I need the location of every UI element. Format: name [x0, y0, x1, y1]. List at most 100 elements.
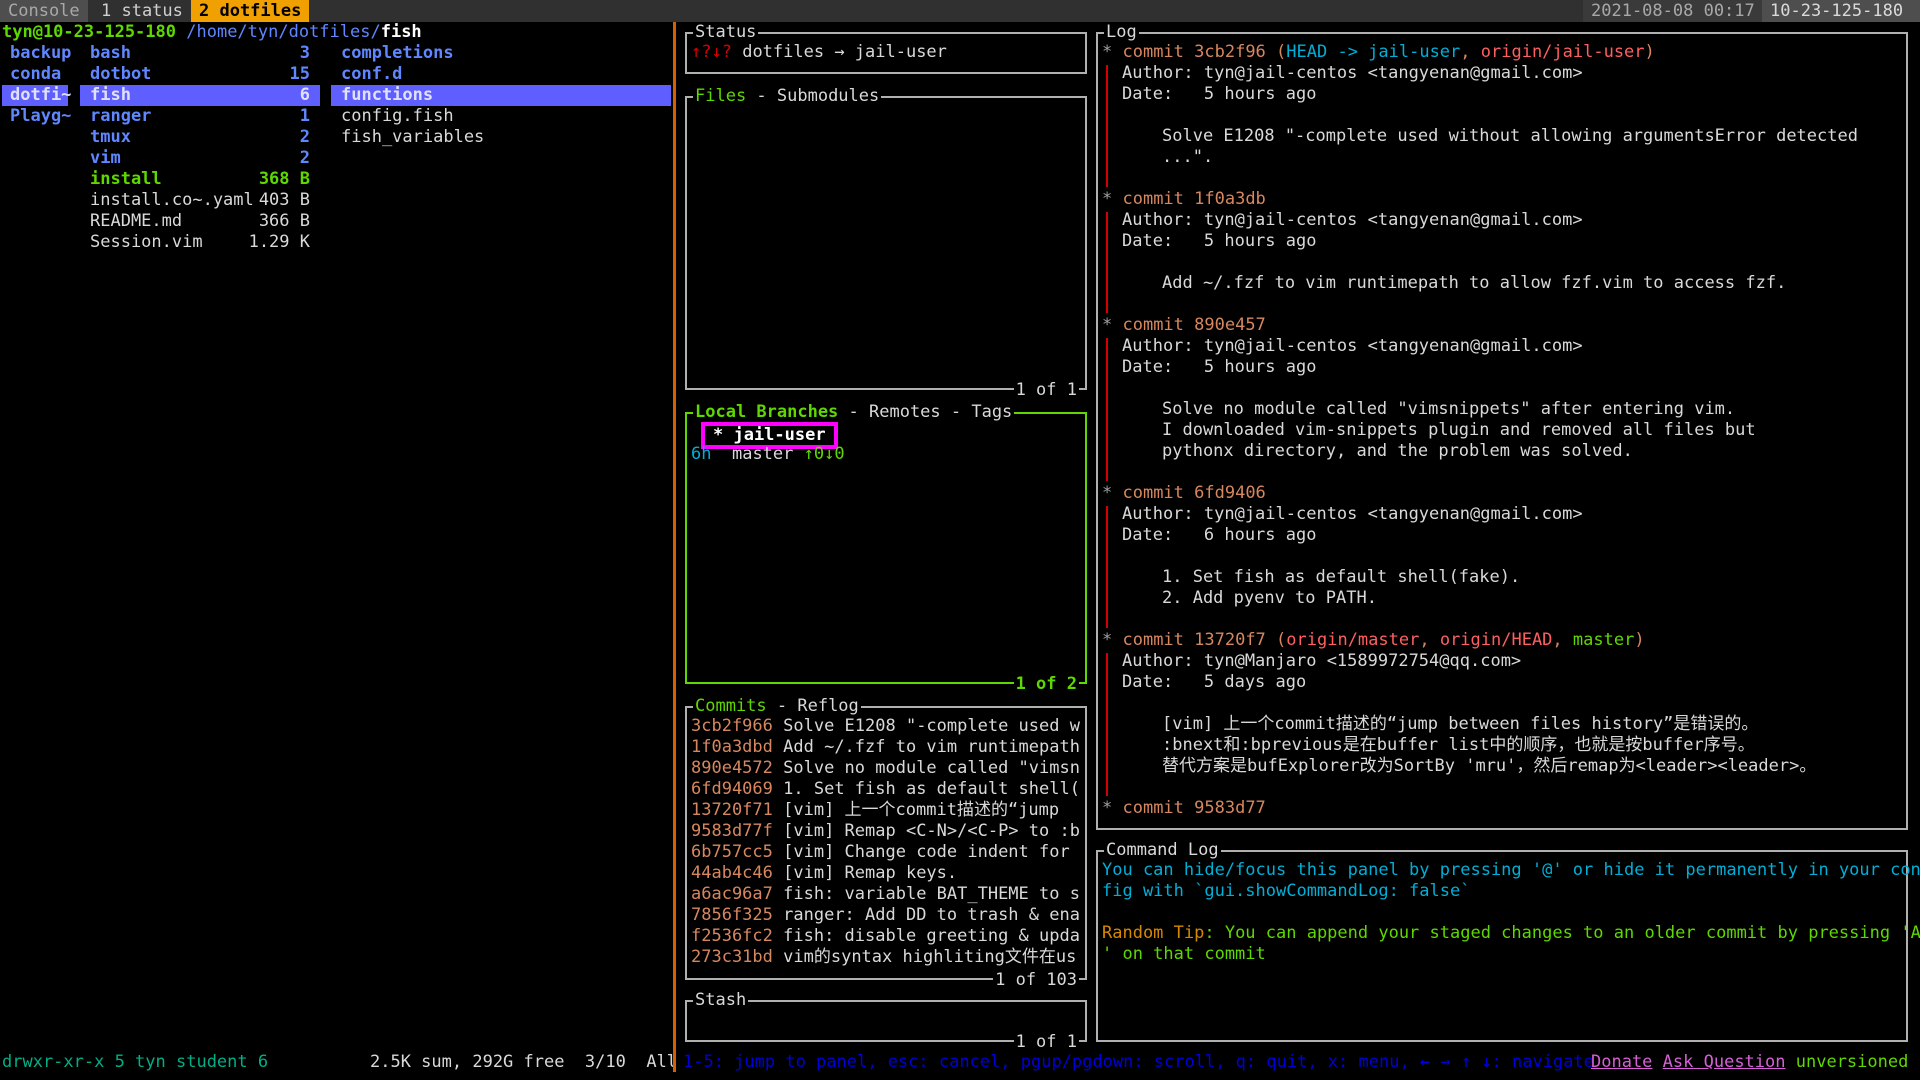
- tip-text-cont: ' on that commit: [1102, 944, 1266, 964]
- refs-close: ): [1644, 42, 1655, 62]
- preview-item[interactable]: fish_variables: [341, 127, 484, 148]
- files-panel[interactable]: Files - Submodules 1 of 1: [685, 86, 1087, 400]
- local-branches-tab[interactable]: Local Branches: [695, 402, 838, 422]
- tab-dotfiles[interactable]: 2 dotfiles: [191, 0, 310, 22]
- log-body-line: ...".: [1162, 147, 1214, 167]
- tab-status[interactable]: 1 status: [93, 0, 191, 22]
- dir-item[interactable]: vim: [90, 148, 121, 169]
- log-commit-hash: 9583d77: [1194, 798, 1266, 818]
- tmux-status-bar: Console 1 status 2 dotfiles 2021-08-08 0…: [0, 0, 1920, 22]
- log-body-line: [vim] 上一个commit描述的“jump between files hi…: [1162, 714, 1759, 734]
- ask-question-link[interactable]: Ask Question: [1663, 1052, 1786, 1072]
- version-label: unversioned: [1795, 1052, 1909, 1072]
- preview-item-selected[interactable]: functions: [331, 85, 671, 106]
- user-host: tyn@10-23-125-180: [2, 22, 176, 42]
- parent-item[interactable]: Playg~: [10, 106, 71, 127]
- tip-text: : You can append your staged changes to …: [1204, 923, 1920, 943]
- commit-hash: 9583d77f: [691, 821, 773, 841]
- commit-row[interactable]: 6fd94069 1. Set fish as default shell(f: [691, 779, 1081, 800]
- log-author: Author: tyn@jail-centos <tangyenan@gmail…: [1122, 210, 1583, 230]
- preview-item[interactable]: config.fish: [341, 106, 454, 127]
- file-item[interactable]: README.md: [90, 211, 182, 232]
- log-ref: master: [1572, 630, 1635, 650]
- log-commit-line[interactable]: * commit 3cb2f96 (HEAD -> jail-user, ori…: [1102, 42, 1655, 63]
- file-size: 368 B: [258, 169, 310, 189]
- files-tab[interactable]: Files: [695, 86, 746, 106]
- commit-row[interactable]: 9583d77f [vim] Remap <C-N>/<C-P> to :bn: [691, 821, 1081, 842]
- parent-item-selected[interactable]: dotfi~: [2, 85, 71, 106]
- log-commit-line[interactable]: * commit 9583d77: [1102, 798, 1266, 819]
- commit-row[interactable]: 3cb2f966 Solve E1208 "-complete used wi: [691, 716, 1081, 737]
- tab-console[interactable]: Console: [0, 0, 88, 22]
- commit-row[interactable]: 6b757cc5 [vim] Change code indent for f: [691, 842, 1081, 863]
- commit-hash: 273c31bd: [691, 947, 773, 967]
- log-commit-line[interactable]: * commit 13720f7 (origin/master, origin/…: [1102, 630, 1645, 651]
- refs-close: ): [1634, 630, 1645, 650]
- graph-line: [1106, 338, 1108, 481]
- commit-row[interactable]: f2536fc2 fish: disable greeting & updat: [691, 926, 1081, 947]
- status-panel[interactable]: Status ↑?↓? dotfiles → jail-user: [685, 22, 1087, 74]
- log-ref: origin/master: [1286, 630, 1420, 650]
- commit-row[interactable]: 890e4572 Solve no module called "vimsni: [691, 758, 1081, 779]
- graph-line: [1106, 653, 1108, 796]
- dir-item[interactable]: tmux: [90, 127, 131, 148]
- log-commit-hash: 3cb2f96: [1194, 42, 1266, 62]
- file-size: 1.29 K: [248, 232, 310, 252]
- commit-keyword: commit: [1122, 189, 1195, 209]
- log-body-line: 2. Add pyenv to PATH.: [1162, 588, 1377, 608]
- commits-tab[interactable]: Commits: [695, 696, 767, 716]
- stash-panel[interactable]: Stash 1 of 1: [685, 990, 1087, 1052]
- commit-message: vim的syntax highliting文件在us: [783, 947, 1077, 967]
- dir-item[interactable]: bash: [90, 43, 131, 64]
- commit-message: [vim] Change code indent for f: [783, 842, 1081, 862]
- file-size: 403 B: [258, 190, 310, 210]
- commit-row[interactable]: 13720f71 [vim] 上一个commit描述的“jump: [691, 800, 1081, 821]
- log-body-line: pythonx directory, and the problem was s…: [1162, 441, 1633, 461]
- graph-line: [1106, 506, 1108, 628]
- submodules-tab[interactable]: - Submodules: [746, 86, 879, 106]
- log-date: Date: 5 days ago: [1122, 672, 1307, 692]
- branch-tracking: ↑0↓0: [803, 444, 845, 464]
- commit-row[interactable]: 1f0a3dbd Add ~/.fzf to vim runtimepath: [691, 737, 1081, 758]
- graph-node-icon: *: [1102, 483, 1123, 503]
- log-panel[interactable]: Log * commit 3cb2f96 (HEAD -> jail-user,…: [1096, 22, 1908, 830]
- file-item[interactable]: install: [90, 169, 162, 190]
- parent-item[interactable]: backup: [10, 43, 71, 64]
- commit-message: [vim] Remap keys.: [783, 863, 958, 883]
- dir-item[interactable]: ranger: [90, 106, 151, 127]
- commit-keyword: commit: [1122, 42, 1195, 62]
- log-commit-line[interactable]: * commit 1f0a3db: [1102, 189, 1266, 210]
- reflog-tab[interactable]: - Reflog: [767, 696, 859, 716]
- branch-master[interactable]: 6h master ↑0↓0: [691, 444, 845, 465]
- commits-panel[interactable]: Commits - Reflog 3cb2f966 Solve E1208 "-…: [685, 696, 1087, 990]
- preview-item[interactable]: conf.d: [341, 64, 402, 85]
- log-body-line: Solve no module called "vimsnippets" aft…: [1162, 399, 1736, 419]
- commit-row[interactable]: 273c31bd vim的syntax highliting文件在us: [691, 947, 1081, 968]
- dir-item[interactable]: dotbot: [90, 64, 151, 85]
- preview-item[interactable]: completions: [341, 43, 454, 64]
- log-commit-line[interactable]: * commit 890e457: [1102, 315, 1266, 336]
- commit-row[interactable]: 44ab4c46 [vim] Remap keys.: [691, 863, 1081, 884]
- refs-sep: ,: [1460, 42, 1481, 62]
- file-item[interactable]: install.co~.yaml: [90, 190, 254, 211]
- log-author: Author: tyn@jail-centos <tangyenan@gmail…: [1122, 336, 1583, 356]
- log-body-line: 1. Set fish as default shell(fake).: [1162, 567, 1521, 587]
- current-path: /home/tyn/dotfiles/: [186, 22, 381, 42]
- dir-item-selected[interactable]: fish 6: [80, 85, 320, 106]
- commit-keyword: commit: [1122, 630, 1195, 650]
- commit-row[interactable]: 7856f325 ranger: Add DD to trash & enab: [691, 905, 1081, 926]
- log-author: Author: tyn@Manjaro <1589972754@qq.com>: [1122, 651, 1522, 671]
- donate-link[interactable]: Donate: [1591, 1052, 1652, 1072]
- remotes-tags-tabs[interactable]: - Remotes - Tags: [838, 402, 1013, 422]
- dir-count: 15: [289, 64, 310, 84]
- commit-row[interactable]: a6ac96a7 fish: variable BAT_THEME to se: [691, 884, 1081, 905]
- dir-count: 1: [299, 106, 310, 126]
- file-item[interactable]: Session.vim: [90, 232, 203, 253]
- log-commit-line[interactable]: * commit 6fd9406: [1102, 483, 1266, 504]
- files-counter: 1 of 1: [1013, 380, 1079, 400]
- command-log-panel[interactable]: Command Log You can hide/focus this pane…: [1096, 840, 1920, 1042]
- pane-divider[interactable]: [673, 22, 676, 1072]
- commit-message: fish: variable BAT_THEME to se: [783, 884, 1081, 904]
- branches-panel[interactable]: Local Branches - Remotes - Tags * jail-u…: [685, 402, 1087, 694]
- parent-item[interactable]: conda: [10, 64, 61, 85]
